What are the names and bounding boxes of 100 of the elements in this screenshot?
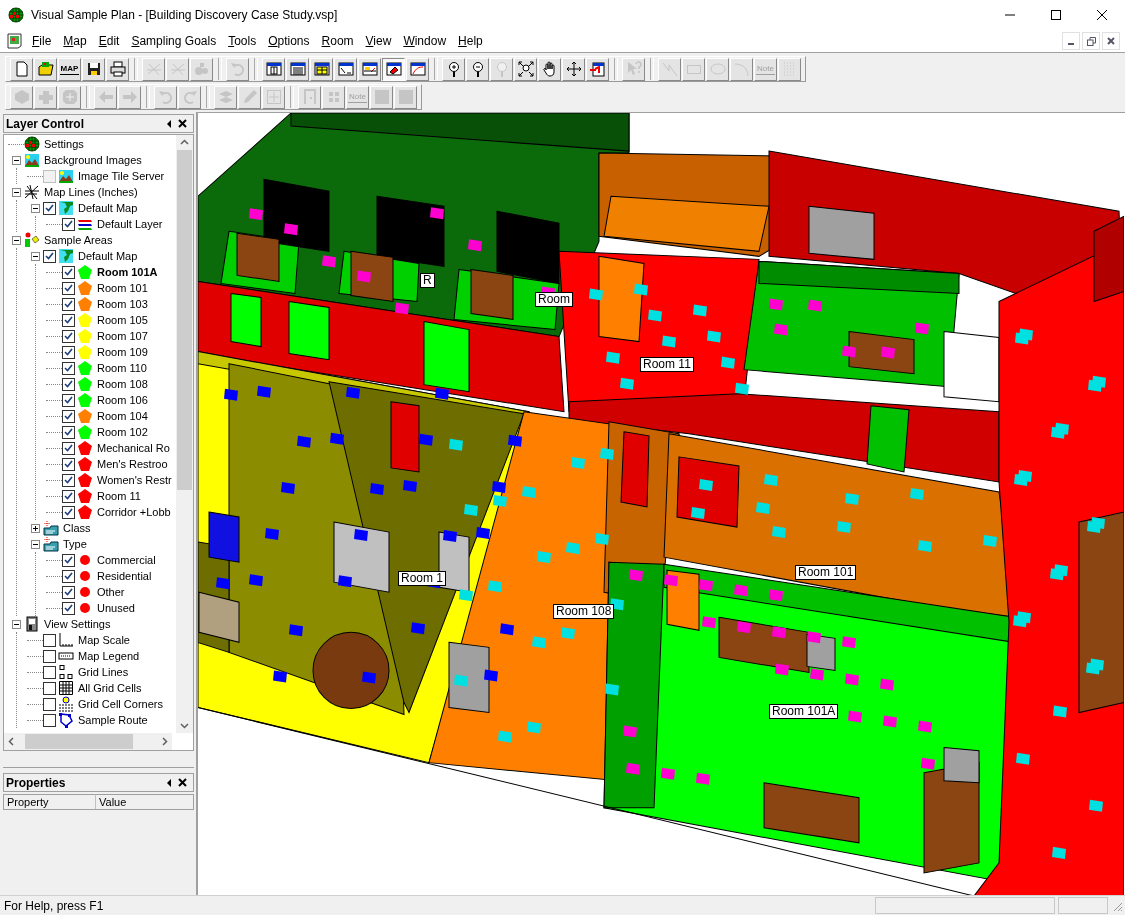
checkbox[interactable] — [43, 249, 56, 263]
checkbox[interactable] — [62, 489, 75, 503]
checkbox[interactable] — [62, 409, 75, 423]
window-icon — [337, 61, 354, 77]
checkbox[interactable] — [62, 585, 75, 599]
close-button[interactable] — [1102, 32, 1120, 50]
tree-item[interactable]: Corridor +Lobb — [96, 504, 172, 520]
tree-item[interactable]: View Settings — [43, 616, 112, 632]
tree-item[interactable]: Room 109 — [96, 344, 149, 360]
tree-item[interactable]: Room 104 — [96, 408, 149, 424]
tree-toggle-icon[interactable] — [30, 523, 40, 533]
toolbar-text-button[interactable]: MAP — [58, 57, 81, 81]
checkbox[interactable] — [62, 473, 75, 487]
tree-item[interactable]: Type — [62, 536, 88, 552]
checkbox[interactable] — [62, 313, 75, 327]
checkbox[interactable] — [62, 281, 75, 295]
menu-item[interactable]: Edit — [92, 31, 126, 51]
column-header[interactable]: Property — [4, 794, 96, 809]
tree-item[interactable]: Room 106 — [96, 392, 149, 408]
tree-item[interactable]: Room 103 — [96, 296, 149, 312]
tree-item[interactable]: Map Legend — [77, 648, 141, 664]
checkbox[interactable] — [62, 569, 75, 583]
tree-toggle-icon[interactable] — [11, 155, 21, 165]
tree-item[interactable]: Room 110 — [96, 360, 148, 376]
checkbox[interactable] — [62, 505, 75, 519]
tree-item[interactable]: Unused — [96, 600, 136, 616]
menu-item[interactable]: Map — [57, 31, 93, 51]
tree-item[interactable]: Residential — [96, 568, 153, 584]
tree-item[interactable]: All Grid Cells — [77, 680, 143, 696]
checkbox[interactable] — [62, 457, 75, 471]
checkbox[interactable] — [62, 393, 75, 407]
tree-item[interactable]: Commercial — [96, 552, 157, 568]
tree-item[interactable]: Women's Restr — [96, 472, 173, 488]
tree-item[interactable]: Default Map — [77, 248, 139, 264]
tree-item[interactable]: Men's Restroo — [96, 456, 169, 472]
tree-item[interactable]: Mechanical Ro — [96, 440, 171, 456]
column-header[interactable]: Value — [96, 794, 193, 809]
menu-item[interactable]: Room — [315, 31, 360, 51]
checkbox[interactable] — [62, 553, 75, 567]
tree-toggle-icon[interactable] — [30, 203, 40, 213]
status-text: For Help, press F1 — [3, 898, 105, 913]
restore-button[interactable] — [1082, 32, 1100, 50]
plus-shape-icon — [37, 89, 54, 105]
tree-item[interactable]: Room 11 — [96, 488, 142, 504]
scrollbar-thumb[interactable] — [25, 734, 133, 749]
tree-item[interactable]: Default Map — [77, 200, 139, 216]
checkbox[interactable] — [62, 441, 75, 455]
tree-item[interactable]: Settings — [43, 136, 85, 152]
tree-item[interactable]: Grid Lines — [77, 664, 130, 680]
tree-item[interactable]: Other — [96, 584, 126, 600]
tree-item[interactable]: Room 102 — [96, 424, 149, 440]
menu-item[interactable]: Tools — [222, 31, 263, 51]
tree-toggle-icon[interactable] — [11, 187, 21, 197]
menu-item[interactable]: View — [359, 31, 398, 51]
minimize-button[interactable] — [1062, 32, 1080, 50]
tree-item[interactable]: Room 105 — [96, 312, 149, 328]
checkbox[interactable] — [62, 425, 75, 439]
tree-item[interactable]: Sample Areas — [43, 232, 114, 248]
tree-item[interactable]: Map Lines (Inches) — [43, 184, 139, 200]
checkbox[interactable] — [62, 329, 75, 343]
close-icon — [178, 778, 187, 787]
tree-item[interactable]: Background Images — [43, 152, 143, 168]
checkbox[interactable] — [62, 265, 75, 279]
checkbox[interactable] — [43, 633, 56, 647]
checkbox[interactable] — [62, 345, 75, 359]
checkbox[interactable] — [43, 713, 56, 727]
tree-toggle-icon[interactable] — [30, 251, 40, 261]
ellipse-icon — [709, 61, 726, 77]
tree-item[interactable]: Room 101A — [96, 264, 159, 280]
checkbox[interactable] — [62, 601, 75, 615]
checkbox[interactable] — [43, 697, 56, 711]
menu-item[interactable]: Options — [262, 31, 316, 51]
checkbox[interactable] — [62, 377, 75, 391]
tree-item[interactable]: Class — [62, 520, 92, 536]
checkbox[interactable] — [62, 217, 75, 231]
toolbar-button[interactable] — [382, 57, 405, 81]
scrollbar-thumb[interactable] — [177, 150, 192, 490]
tree-toggle-icon[interactable] — [11, 619, 21, 629]
room-label: Room 1 — [398, 571, 447, 586]
tree-item[interactable]: Grid Cell Corners — [77, 696, 164, 712]
tree-item[interactable]: Map Scale — [77, 632, 131, 648]
tree-item[interactable]: Room 101 — [96, 280, 149, 296]
tree-item[interactable]: Sample Route — [77, 712, 149, 728]
checkbox[interactable] — [43, 201, 56, 215]
menu-item[interactable]: Window — [397, 31, 453, 51]
tree-toggle-icon[interactable] — [30, 539, 40, 549]
panel-title: Properties — [6, 775, 67, 790]
tree-item[interactable]: Default Layer — [96, 216, 164, 232]
checkbox[interactable] — [43, 649, 56, 663]
menu-item[interactable]: Help — [452, 31, 489, 51]
tree-toggle-icon[interactable] — [11, 235, 21, 245]
checkbox[interactable] — [43, 665, 56, 679]
checkbox[interactable] — [43, 681, 56, 695]
menu-item[interactable]: Sampling Goals — [125, 31, 223, 51]
checkbox[interactable] — [62, 361, 75, 375]
tree-item[interactable]: Room 108 — [96, 376, 149, 392]
tree-item[interactable]: Room 107 — [96, 328, 149, 344]
menu-item[interactable]: File — [26, 31, 58, 51]
checkbox[interactable] — [62, 297, 75, 311]
folder-icon — [43, 520, 59, 536]
